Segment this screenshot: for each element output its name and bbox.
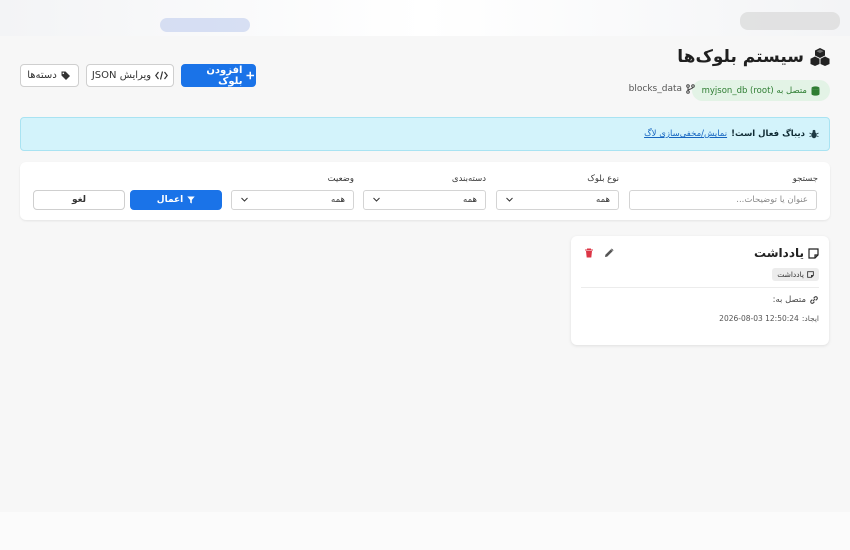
search-placeholder: عنوان یا توضیحات...	[736, 195, 808, 205]
pencil-icon[interactable]	[604, 248, 614, 258]
db-connection-text: متصل به myjson_db (root)	[701, 85, 807, 96]
created-at: ایجاد: 2026-08-03 12:50:24	[719, 314, 819, 323]
block-card: یادداشت یادداشت متصل به: ایجاد: 2026-08-…	[571, 236, 829, 345]
status-value: همه	[331, 195, 345, 205]
status-label: وضعیت	[327, 174, 354, 184]
block-type-badge: یادداشت	[772, 268, 819, 281]
cubes-icon	[810, 48, 830, 66]
browser-top-bar	[0, 0, 850, 36]
sticky-note-icon	[808, 247, 819, 259]
created-value: 2026-08-03 12:50:24	[719, 314, 799, 323]
search-label: جستجو	[792, 174, 818, 184]
block-type-badge-text: یادداشت	[777, 270, 804, 279]
table-name-label: blocks_data	[629, 84, 695, 94]
edit-json-label: ویرایش JSON	[91, 70, 152, 81]
page-title: سیستم بلوک‌ها	[677, 47, 830, 67]
categories-label: دسته‌ها	[27, 70, 57, 81]
block-actions	[584, 248, 614, 258]
link-icon	[810, 296, 818, 304]
block-title-text: یادداشت	[754, 246, 804, 260]
bug-icon	[809, 129, 819, 139]
status-select[interactable]: همه	[231, 190, 354, 210]
chevron-down-icon	[506, 197, 513, 202]
category-label: دسته‌بندی	[451, 174, 486, 184]
blurred-element	[160, 18, 250, 32]
categories-button[interactable]: دسته‌ها	[20, 64, 79, 87]
trash-icon[interactable]	[584, 248, 594, 258]
tags-icon	[61, 71, 70, 80]
page-title-text: سیستم بلوک‌ها	[677, 47, 804, 67]
blurred-element	[740, 12, 840, 30]
db-connection-badge: متصل به myjson_db (root)	[691, 80, 830, 101]
apply-filter-button[interactable]: اعمال	[130, 190, 222, 210]
code-icon	[155, 71, 169, 80]
linked-to-label: متصل به:	[772, 295, 806, 305]
debug-alert: دیباگ فعال است! نمایش/مخفی‌سازی لاگ	[20, 117, 830, 151]
created-label: ایجاد:	[801, 314, 819, 323]
branch-icon	[686, 84, 695, 94]
search-input[interactable]: عنوان یا توضیحات...	[629, 190, 817, 210]
add-block-label: افزودن بلوک	[206, 64, 243, 87]
database-icon	[811, 85, 820, 96]
block-title: یادداشت	[754, 246, 819, 260]
linked-to: متصل به:	[773, 295, 819, 305]
page-footer-area	[0, 512, 850, 550]
block-type-value: همه	[596, 195, 610, 205]
block-type-label: نوع بلوک	[587, 174, 619, 184]
debug-alert-title: دیباگ فعال است!	[731, 129, 805, 139]
card-divider	[581, 287, 819, 288]
apply-filter-label: اعمال	[156, 195, 184, 205]
block-type-select[interactable]: همه	[496, 190, 619, 210]
table-name-text: blocks_data	[628, 84, 682, 94]
chevron-down-icon	[241, 197, 248, 202]
chevron-down-icon	[373, 197, 380, 202]
sticky-note-icon	[807, 271, 814, 278]
category-value: همه	[463, 195, 477, 205]
filter-icon	[187, 196, 195, 204]
add-block-button[interactable]: افزودن بلوک	[181, 64, 256, 87]
filter-card: جستجو عنوان یا توضیحات... نوع بلوک همه د…	[20, 162, 830, 220]
plus-icon	[246, 71, 255, 80]
toggle-log-link[interactable]: نمایش/مخفی‌سازی لاگ	[644, 129, 727, 139]
reset-filter-label: لغو	[71, 195, 87, 205]
reset-filter-button[interactable]: لغو	[33, 190, 125, 210]
category-select[interactable]: همه	[363, 190, 486, 210]
edit-json-button[interactable]: ویرایش JSON	[86, 64, 174, 87]
